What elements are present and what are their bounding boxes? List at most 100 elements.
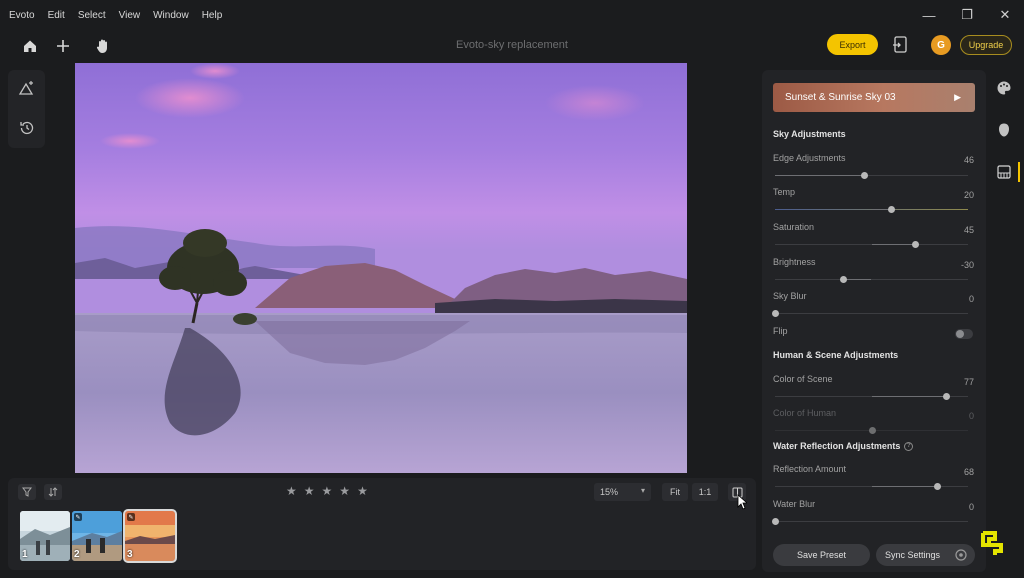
color-human-slider[interactable] [775, 427, 968, 434]
export-button[interactable]: Export [827, 34, 878, 55]
sky-preset-card[interactable]: Sunset & Sunrise Sky 03 ▶ [773, 83, 975, 112]
menu-edit[interactable]: Edit [48, 10, 65, 21]
water-reflection-title-text: Water Reflection Adjustments [773, 441, 901, 451]
flip-toggle[interactable] [955, 329, 973, 339]
slider-handle[interactable] [934, 483, 942, 490]
play-icon: ▶ [954, 92, 961, 102]
star-icon[interactable]: ★ [286, 485, 297, 497]
evoto-app: Evoto Edit Select View Window Help — ❐ ✕… [0, 0, 1024, 578]
canvas-area[interactable] [52, 62, 752, 475]
photo-preview[interactable] [75, 63, 687, 473]
thumbnail-3[interactable]: ✎ 3 [123, 509, 177, 563]
sort-button[interactable] [44, 484, 62, 500]
edge-label: Edge Adjustments [773, 153, 846, 163]
color-scene-slider[interactable] [775, 393, 968, 400]
photo-image [75, 63, 687, 473]
settings-icon[interactable] [953, 547, 969, 563]
slider-handle[interactable] [860, 172, 868, 179]
saturation-label: Saturation [773, 222, 815, 232]
face-retouch-icon[interactable] [994, 120, 1014, 140]
thumbnail-number: 3 [127, 549, 133, 560]
filmstrip-bar: ★ ★ ★ ★ ★ 15% ▾ Fit 1:1 1 ✎ 2 ✎ 3 [8, 478, 756, 570]
menu-select[interactable]: Select [78, 10, 106, 21]
temp-slider[interactable] [775, 206, 968, 213]
color-scene-value: 77 [963, 377, 974, 387]
sky-adjustments-panel: Sunset & Sunrise Sky 03 ▶ Sky Adjustment… [762, 70, 986, 572]
close-button[interactable]: ✕ [996, 6, 1014, 24]
slider-handle[interactable] [772, 518, 779, 525]
edge-slider[interactable] [775, 172, 968, 179]
brightness-value: -30 [960, 260, 974, 270]
slider-handle[interactable] [868, 427, 876, 434]
sky-blur-label: Sky Blur [773, 291, 807, 301]
sky-preset-name: Sunset & Sunrise Sky 03 [785, 92, 896, 103]
export-file-icon[interactable] [892, 36, 908, 54]
sync-settings-label: Sync Settings [885, 550, 941, 560]
edited-icon: ✎ [74, 513, 82, 521]
menu-bar: Evoto Edit Select View Window Help [0, 0, 1024, 30]
active-tab-indicator [1018, 162, 1020, 182]
thumbnail-2[interactable]: ✎ 2 [72, 511, 122, 561]
saturation-slider[interactable] [775, 241, 968, 248]
saturation-value: 45 [963, 225, 974, 235]
slider-handle[interactable] [839, 276, 847, 283]
color-scene-label: Color of Scene [773, 374, 833, 384]
sky-ai-icon[interactable] [17, 78, 37, 98]
menu-view[interactable]: View [119, 10, 141, 21]
sky-blur-value: 0 [968, 294, 974, 304]
human-scene-title: Human & Scene Adjustments [773, 350, 899, 360]
brand-logo-icon [981, 531, 1003, 555]
thumbnail-number: 1 [22, 549, 28, 560]
help-icon[interactable]: ? [904, 442, 914, 452]
avatar[interactable]: G [931, 35, 951, 55]
minimize-button[interactable]: — [920, 6, 938, 24]
slider-handle[interactable] [942, 393, 950, 400]
slider-handle[interactable] [911, 241, 919, 248]
star-icon[interactable]: ★ [322, 485, 333, 497]
star-icon[interactable]: ★ [339, 485, 350, 497]
background-icon[interactable] [994, 162, 1014, 182]
filter-icon [22, 487, 32, 497]
filter-button[interactable] [18, 484, 36, 500]
sky-blur-slider[interactable] [772, 310, 968, 317]
fit-button[interactable]: Fit [662, 483, 688, 501]
reflection-slider[interactable] [775, 483, 968, 490]
sky-adjustments-title: Sky Adjustments [773, 129, 846, 139]
thumbnail-1[interactable]: 1 [20, 511, 70, 561]
toolbar: Evoto-sky replacement Export G Upgrade [0, 30, 1024, 62]
one-to-one-button[interactable]: 1:1 [692, 483, 718, 501]
maximize-button[interactable]: ❐ [958, 6, 976, 24]
color-human-label: Color of Human [773, 408, 837, 418]
thumbnail-number: 2 [74, 549, 80, 560]
reflection-value: 68 [963, 467, 974, 477]
save-preset-button[interactable]: Save Preset [773, 544, 870, 566]
brightness-slider[interactable] [775, 276, 968, 283]
water-blur-label: Water Blur [773, 499, 816, 509]
star-icon[interactable]: ★ [304, 485, 315, 497]
edited-icon: ✎ [127, 513, 135, 521]
zoom-select[interactable]: 15% ▾ [594, 483, 651, 501]
chevron-down-icon: ▾ [640, 486, 645, 495]
mouse-cursor-icon [737, 494, 747, 510]
star-rating: ★ ★ ★ ★ ★ [286, 485, 368, 497]
window-controls: — ❐ ✕ [920, 6, 1014, 24]
flip-label: Flip [773, 326, 788, 336]
slider-handle[interactable] [772, 310, 779, 317]
slider-handle[interactable] [887, 206, 895, 213]
water-blur-slider[interactable] [772, 518, 968, 525]
color-human-value: 0 [968, 411, 974, 421]
upgrade-button[interactable]: Upgrade [960, 35, 1012, 55]
history-icon[interactable] [17, 118, 37, 138]
menu-window[interactable]: Window [153, 10, 189, 21]
zoom-value: 15% [600, 487, 619, 497]
menu-evoto[interactable]: Evoto [9, 10, 35, 21]
left-tool-rail [8, 70, 45, 148]
water-reflection-title: Water Reflection Adjustments? [773, 441, 914, 452]
temp-label: Temp [773, 187, 796, 197]
water-blur-value: 0 [968, 502, 974, 512]
sort-icon [48, 487, 58, 497]
palette-icon[interactable] [994, 78, 1014, 98]
brightness-label: Brightness [773, 257, 816, 267]
menu-help[interactable]: Help [202, 10, 223, 21]
star-icon[interactable]: ★ [357, 485, 368, 497]
